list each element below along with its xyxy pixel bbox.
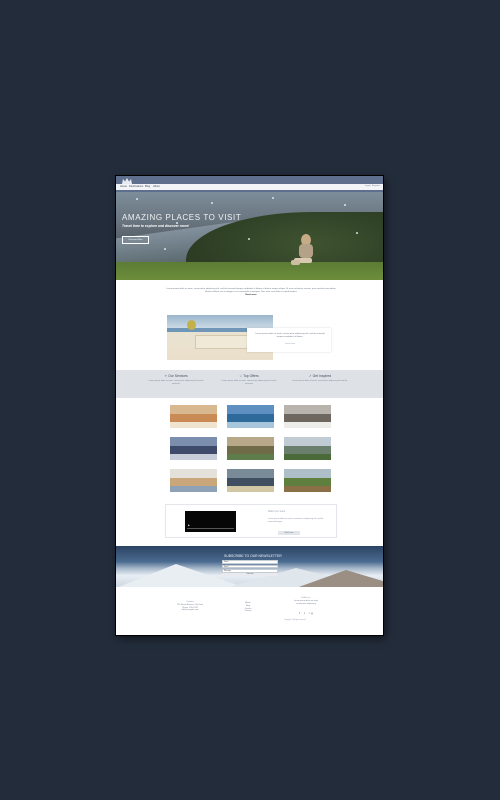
email-field[interactable]: Email — [222, 564, 278, 569]
gallery-photo[interactable] — [170, 469, 217, 492]
intro-section: Lorem ipsum dolor sit amet, consectetur … — [166, 288, 336, 297]
top-bar: COLLECTIVE Home Destinations Blog About … — [116, 176, 383, 192]
footer-email: info@example.com — [181, 609, 199, 612]
photo-band — [284, 486, 331, 492]
gallery-photo[interactable] — [284, 405, 331, 428]
table-setting — [195, 335, 252, 349]
features-band: ✧ Our Services Lorem ipsum dolor sit ame… — [116, 370, 383, 398]
webpage-frame: COLLECTIVE Home Destinations Blog About … — [116, 176, 383, 635]
photo-band — [227, 478, 274, 486]
login-link[interactable]: Login | Register — [365, 185, 380, 187]
feature-link[interactable]: Learn more — [253, 343, 327, 345]
photo-band — [170, 454, 217, 460]
gallery-photo[interactable] — [227, 405, 274, 428]
footer: Contact 123 Street Avenue, City Town Pho… — [116, 591, 383, 635]
video-player[interactable]: ▶ — [185, 511, 236, 532]
hero-subtitle: Travel time to explore and discover more… — [122, 224, 190, 228]
footer-follow: Follow us Lorem ipsum dolor sit amet con… — [280, 597, 332, 605]
snow-dot — [136, 198, 138, 200]
snow-dot — [344, 204, 346, 206]
name-field[interactable]: Name — [222, 560, 278, 564]
intro-read-more-link[interactable]: Read more — [166, 294, 336, 297]
feature-text: Lorem ipsum dolor sit amet, consectetur … — [255, 333, 325, 338]
photo-band — [227, 422, 274, 428]
watch-button[interactable]: Watch now — [278, 531, 300, 535]
column-offers: ☆ Top Offers Lorem ipsum dolor sit amet,… — [219, 374, 279, 386]
photo-band — [170, 446, 217, 454]
footer-links: About Blog Contact Privacy — [236, 602, 260, 613]
photo-band — [170, 414, 217, 422]
photo-band — [170, 478, 217, 486]
photo-band — [284, 422, 331, 428]
social-icons[interactable]: f t ig — [299, 611, 314, 615]
newsletter-section: SUBSCRIBE TO OUR NEWSLETTER Name Email M… — [116, 546, 383, 587]
column-title: ☆ Top Offers — [239, 374, 259, 378]
snow-dot — [164, 248, 166, 250]
photo-band — [170, 486, 217, 492]
nav-blog[interactable]: Blog — [145, 185, 150, 188]
flower-vase — [187, 320, 196, 330]
photo-band — [284, 454, 331, 460]
hero-banner: AMAZING PLACES TO VISIT Travel time to e… — [116, 192, 383, 280]
navigation-bar: Home Destinations Blog About Login | Reg… — [116, 184, 383, 190]
column-title: ✧ Our Services — [164, 374, 188, 378]
gallery-photo[interactable] — [284, 437, 331, 460]
column-title: ✓ Get Inspired — [308, 374, 332, 378]
mountain-shape — [296, 570, 383, 587]
nav-destinations[interactable]: Destinations — [129, 185, 143, 188]
gallery-photo[interactable] — [170, 405, 217, 428]
photo-band — [284, 446, 331, 454]
video-card: ▶ Watch our video Lorem ipsum dolor sit … — [165, 504, 337, 538]
hero-cta-button[interactable]: Discover More — [122, 236, 149, 244]
column-services: ✧ Our Services Lorem ipsum dolor sit ame… — [146, 374, 206, 386]
snow-dot — [272, 197, 274, 199]
column-text: Lorem ipsum dolor sit amet, consectetur … — [148, 380, 204, 385]
column-text: Lorem ipsum dolor sit amet, consectetur … — [221, 380, 277, 385]
photo-band — [227, 454, 274, 460]
snow-dot — [356, 232, 358, 234]
copyright-text: Copyright © All rights reserved — [284, 620, 306, 621]
newsletter-title: SUBSCRIBE TO OUR NEWSLETTER — [224, 554, 282, 558]
photo-band — [170, 422, 217, 428]
column-inspired: ✓ Get Inspired Lorem ipsum dolor sit ame… — [290, 374, 350, 383]
video-card-text: Lorem ipsum dolor sit amet, consectetur … — [268, 518, 324, 523]
nav-home[interactable]: Home — [120, 185, 127, 188]
gallery-photo[interactable] — [170, 437, 217, 460]
photo-band — [284, 414, 331, 422]
video-card-title: Watch our video — [268, 510, 286, 513]
nav-about[interactable]: About — [153, 185, 160, 188]
snow-dot — [211, 202, 213, 204]
hero-title: AMAZING PLACES TO VISIT — [122, 213, 242, 222]
video-progress-bar[interactable] — [187, 528, 234, 529]
subscribe-button[interactable]: Subscribe — [222, 573, 278, 576]
play-icon[interactable]: ▶ — [188, 524, 190, 527]
footer-link-privacy[interactable]: Privacy — [236, 610, 260, 613]
footer-follow-text: consectetur adipiscing — [296, 602, 316, 605]
gallery-photo[interactable] — [284, 469, 331, 492]
snow-dot — [248, 238, 250, 240]
photo-band — [227, 414, 274, 422]
photo-band — [284, 478, 331, 486]
column-text: Lorem ipsum dolor sit amet, consectetur … — [292, 380, 348, 382]
photo-band — [227, 486, 274, 492]
gallery-photo[interactable] — [227, 437, 274, 460]
feature-card: Lorem ipsum dolor sit amet, consectetur … — [247, 328, 331, 352]
photo-band — [227, 446, 274, 454]
hero-grass — [116, 262, 383, 280]
footer-contact: Contact 123 Street Avenue, City Town Pho… — [160, 601, 220, 612]
hiker-figure-icon — [291, 234, 313, 265]
gallery-photo[interactable] — [227, 469, 274, 492]
